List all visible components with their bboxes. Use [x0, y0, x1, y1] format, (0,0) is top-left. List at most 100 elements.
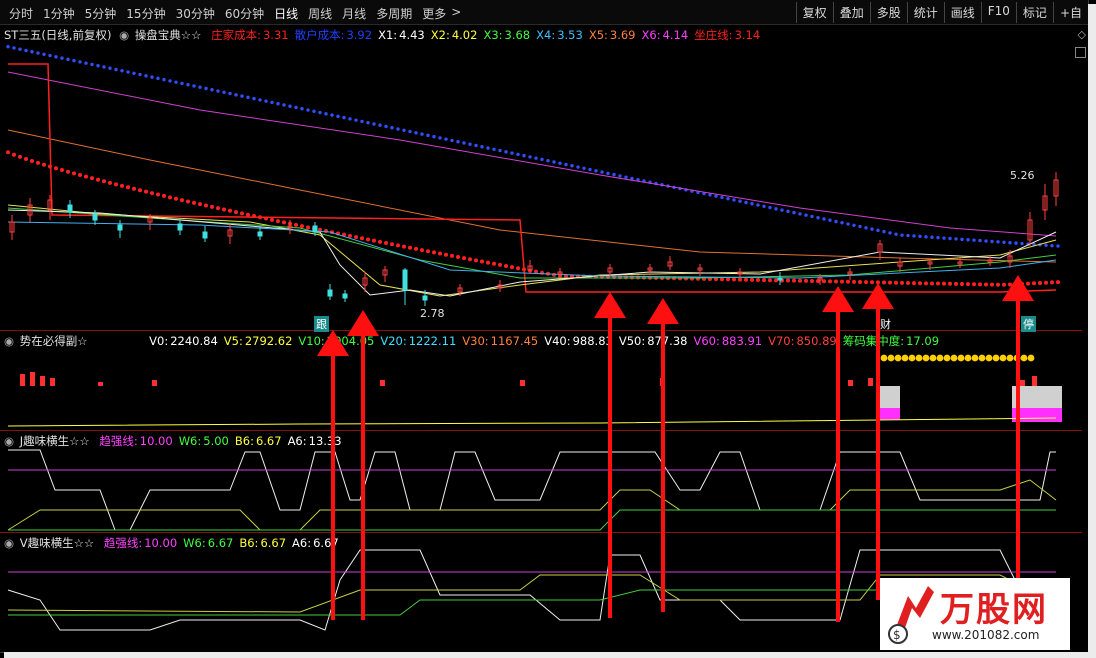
blue-dot	[102, 65, 106, 69]
blue-dot	[66, 57, 70, 62]
candle-body	[177, 223, 183, 231]
blue-dot	[768, 205, 772, 210]
red-dot	[480, 259, 484, 264]
red-dot	[348, 233, 352, 238]
blue-dot	[426, 133, 430, 138]
red-dot	[198, 202, 202, 207]
svg-text:$: $	[893, 628, 901, 642]
blue-dot	[720, 195, 724, 200]
volume-bar	[1020, 380, 1025, 386]
blue-dot	[534, 156, 538, 160]
red-dot	[18, 154, 22, 159]
arrow-up-icon	[347, 310, 379, 336]
red-dot	[294, 222, 298, 227]
red-dot	[108, 180, 112, 185]
blue-dot	[738, 199, 742, 203]
blue-dot	[276, 101, 280, 106]
blue-dot	[564, 162, 568, 167]
arrow-up-icon	[1002, 275, 1034, 301]
blue-dot	[846, 222, 850, 226]
red-dot	[510, 265, 514, 270]
chip-dot	[1027, 354, 1035, 362]
red-dot	[990, 282, 994, 287]
blue-dot	[624, 175, 628, 179]
watermark-logo-icon: $	[888, 586, 934, 644]
blue-dot	[318, 110, 322, 115]
red-dot	[492, 261, 496, 266]
blue-dot	[552, 160, 556, 164]
red-dot	[930, 281, 934, 286]
red-dot	[996, 282, 1000, 287]
blue-dot	[954, 237, 958, 241]
chip-dot	[915, 354, 923, 362]
red-dot	[114, 182, 118, 187]
chip-dot	[880, 354, 888, 362]
blue-dot	[990, 239, 994, 244]
blue-dot	[438, 136, 442, 140]
red-dot	[186, 199, 190, 204]
chart-canvas[interactable]	[0, 0, 1096, 658]
blue-dot	[870, 227, 874, 231]
blue-dot	[252, 96, 256, 101]
red-dot	[174, 196, 178, 201]
chip-dot	[894, 354, 902, 362]
chip-dot	[957, 354, 965, 362]
blue-dot	[594, 169, 598, 173]
red-dot	[24, 156, 28, 161]
blue-dot	[336, 114, 340, 119]
candle-body	[202, 231, 208, 239]
red-dot	[432, 250, 436, 255]
blue-dot	[294, 105, 298, 110]
red-dot	[324, 229, 328, 234]
blue-dot	[174, 80, 178, 84]
red-dot	[72, 171, 76, 176]
blue-dot	[144, 74, 148, 78]
red-dot	[444, 252, 448, 257]
chip-dot	[922, 354, 930, 362]
blue-dot	[510, 151, 514, 155]
blue-dot	[180, 81, 184, 86]
red-dot	[504, 264, 508, 269]
red-dot	[888, 280, 892, 285]
red-dot	[6, 150, 10, 155]
red-dot	[936, 281, 940, 286]
blue-dot	[498, 148, 502, 153]
blue-dot	[6, 44, 10, 49]
blue-dot	[30, 50, 34, 54]
red-dot	[1026, 281, 1030, 286]
blue-dot	[264, 99, 268, 103]
red-dot	[822, 279, 826, 284]
blue-dot	[576, 165, 580, 169]
red-dot	[756, 277, 760, 282]
red-dot	[414, 246, 418, 251]
volume-bar	[20, 374, 25, 386]
blue-dot	[936, 235, 940, 240]
red-dot	[984, 282, 988, 287]
chip-dot	[978, 354, 986, 362]
red-dot	[390, 242, 394, 247]
blue-dot	[150, 75, 154, 79]
blue-dot	[1002, 240, 1006, 244]
red-dot	[900, 280, 904, 285]
chip-dot	[936, 354, 944, 362]
candle-body	[402, 269, 408, 291]
candle-body	[312, 225, 318, 233]
blue-dot	[12, 46, 16, 50]
red-dot	[792, 278, 796, 283]
marker-label: 跟	[314, 316, 329, 332]
blue-dot	[486, 146, 490, 150]
blue-dot	[48, 53, 52, 58]
blue-dot	[480, 145, 484, 149]
arrow-up-icon	[822, 286, 854, 312]
blue-dot	[1020, 241, 1024, 246]
red-dot	[954, 281, 958, 286]
blue-dot	[462, 141, 466, 145]
volume-bar	[868, 378, 873, 386]
blue-dot	[186, 82, 190, 87]
blue-dot	[996, 240, 1000, 244]
blue-dot	[840, 221, 844, 225]
blue-dot	[780, 208, 784, 212]
blue-dot	[774, 207, 778, 211]
red-dot	[276, 219, 280, 224]
chip-dot	[971, 354, 979, 362]
